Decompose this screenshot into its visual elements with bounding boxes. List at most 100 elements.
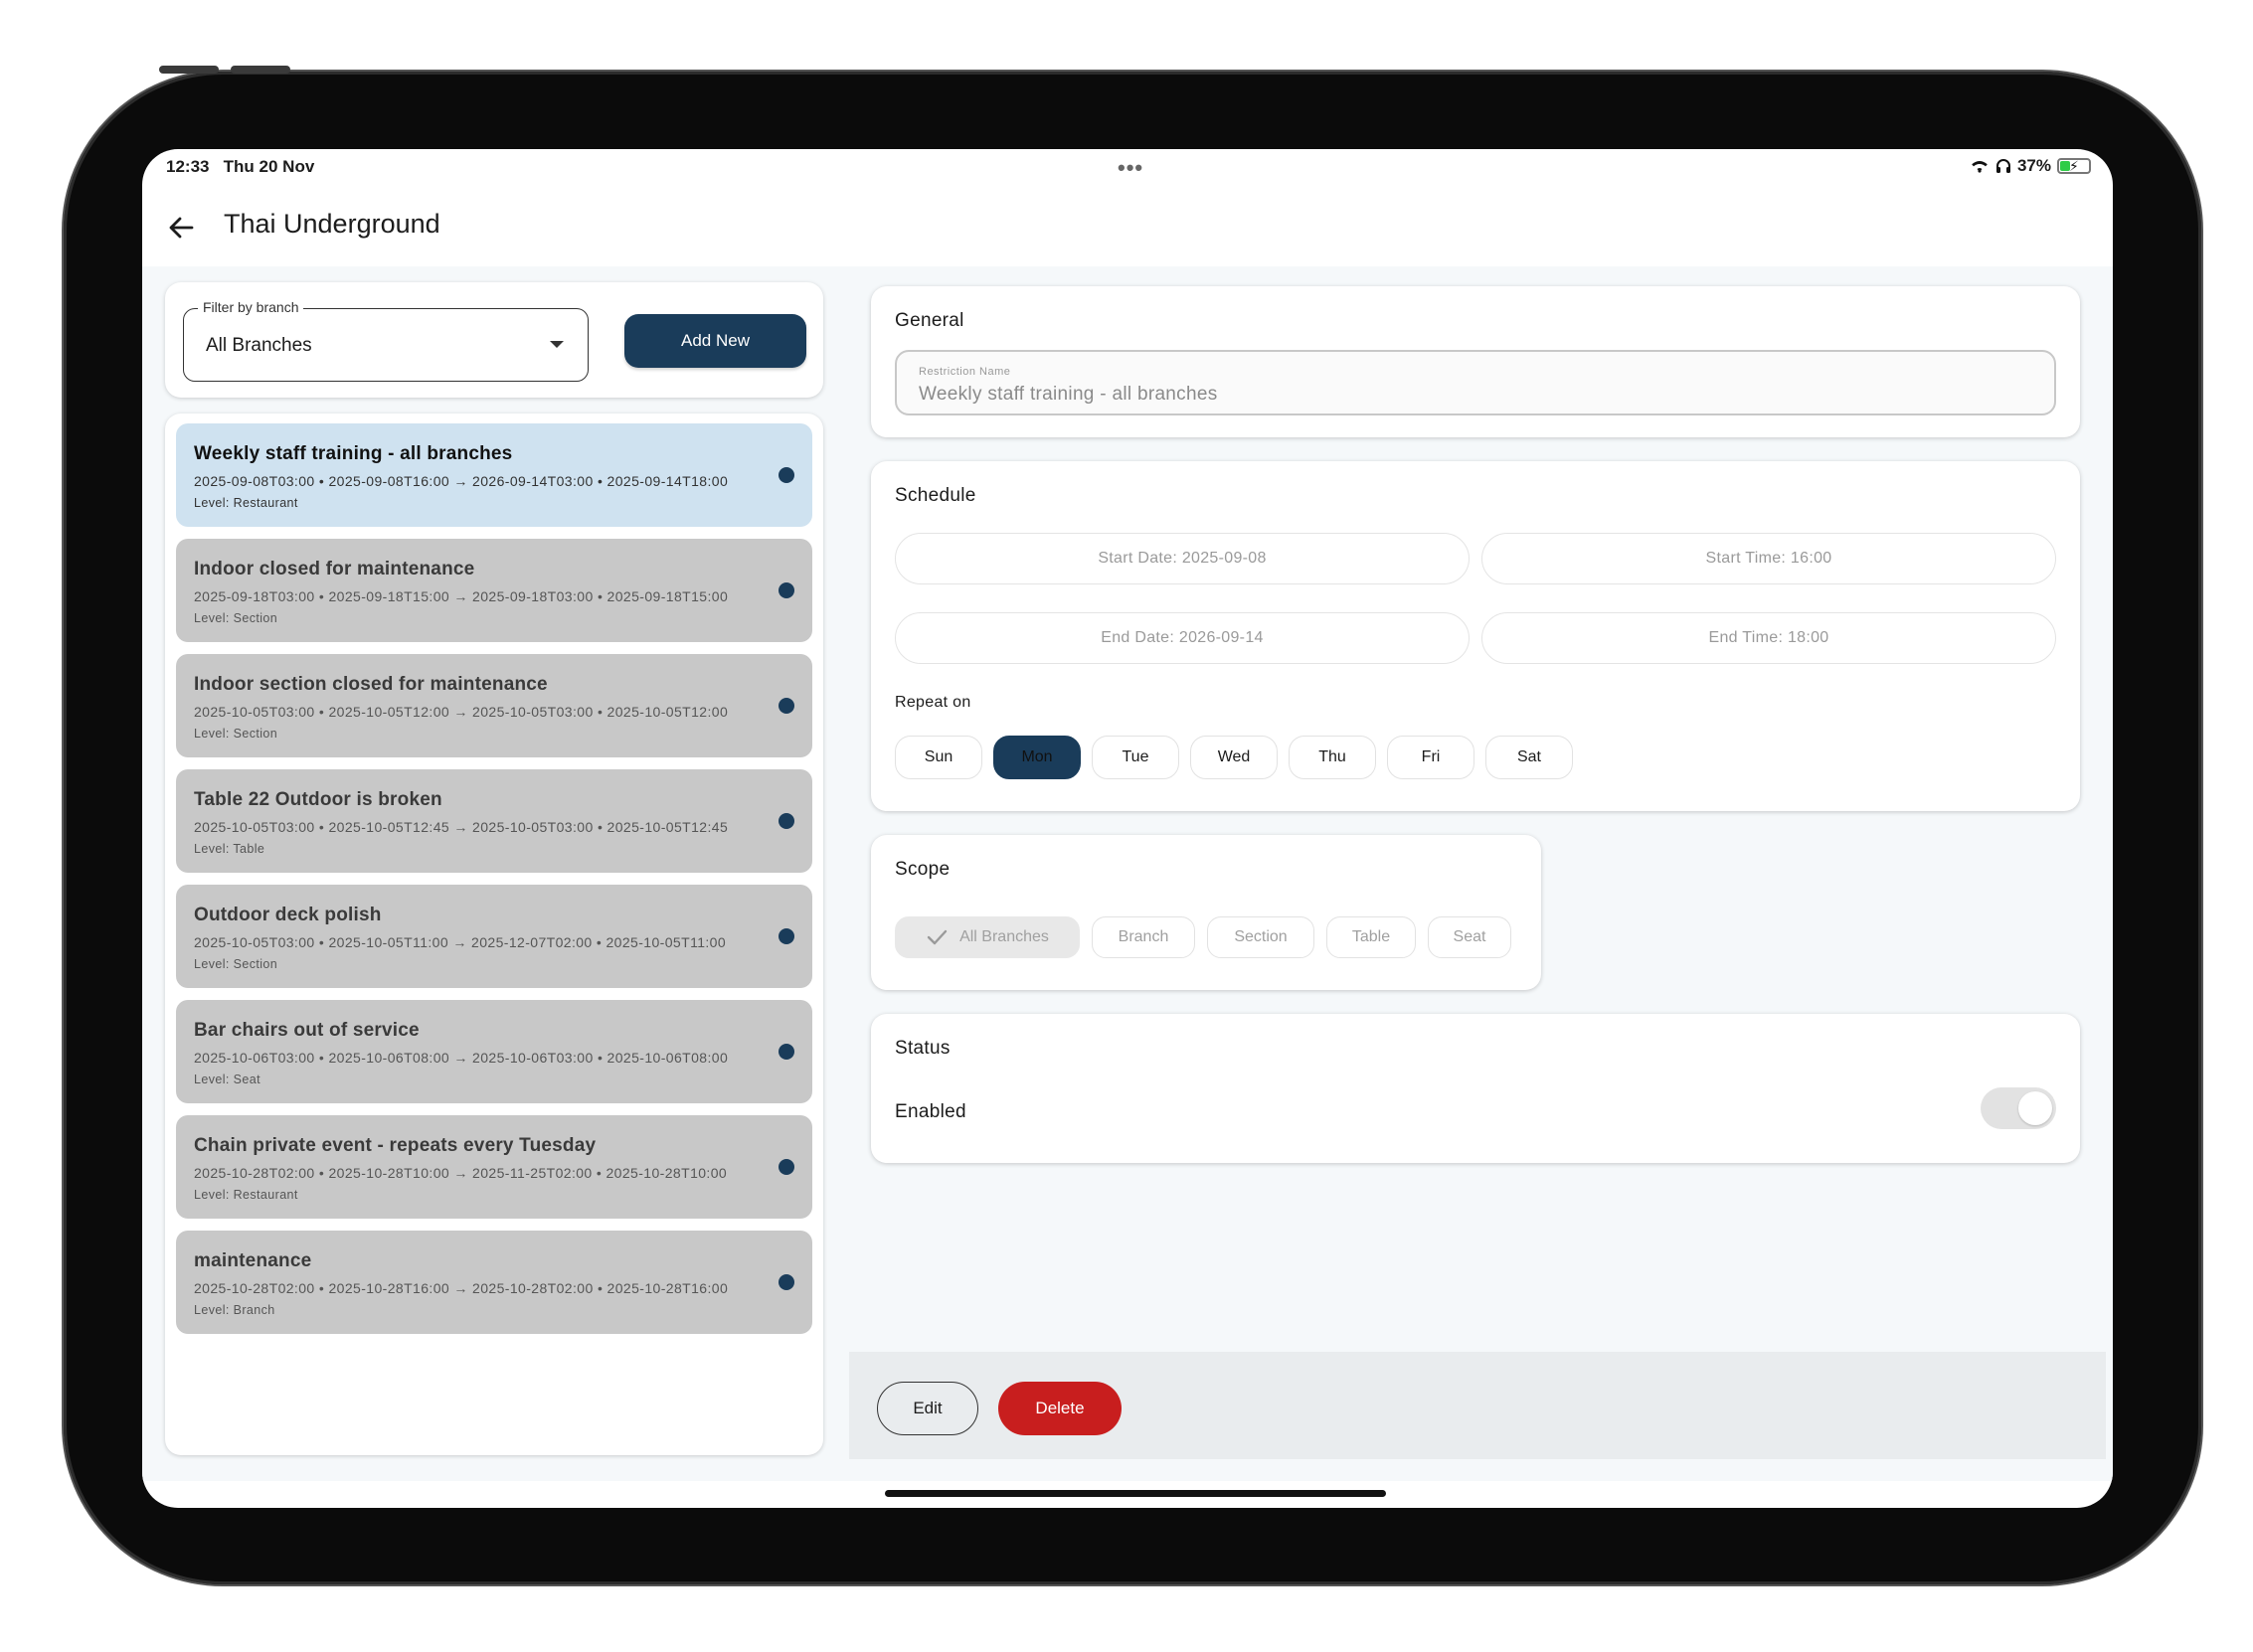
list-item[interactable]: Chain private event - repeats every Tues…: [176, 1115, 812, 1219]
toggle-knob: [2018, 1091, 2052, 1125]
list-item-title: Chain private event - repeats every Tues…: [194, 1135, 597, 1156]
restriction-name-label: Restriction Name: [919, 366, 1011, 378]
action-bar: Edit Delete: [849, 1352, 2106, 1459]
list-item-dates: 2025-10-05T03:00 • 2025-10-05T12:00 → 20…: [194, 704, 729, 720]
schedule-card: Schedule Start Date: 2025-09-08 Start Ti…: [871, 461, 2080, 811]
volume-button: [159, 66, 219, 74]
day-chip-tue[interactable]: Tue: [1092, 736, 1179, 779]
add-new-button[interactable]: Add New: [624, 314, 806, 368]
status-time-date: 12:33 Thu 20 Nov: [166, 157, 314, 177]
list-item-title: maintenance: [194, 1250, 312, 1271]
list-item-title: Bar chairs out of service: [194, 1020, 420, 1041]
list-item[interactable]: Indoor section closed for maintenance 20…: [176, 654, 812, 757]
status-dot: [779, 813, 794, 829]
end-time-field[interactable]: End Time: 18:00: [1481, 612, 2056, 664]
start-date-field[interactable]: Start Date: 2025-09-08: [895, 533, 1470, 584]
status-time: 12:33: [166, 157, 210, 176]
repeat-on-label: Repeat on: [895, 694, 971, 711]
list-item-dates: 2025-10-28T02:00 • 2025-10-28T16:00 → 20…: [194, 1280, 729, 1296]
list-item-dates: 2025-10-06T03:00 • 2025-10-06T08:00 → 20…: [194, 1050, 729, 1066]
list-item-title: Outdoor deck polish: [194, 905, 382, 925]
power-button: [231, 66, 290, 74]
check-icon: [927, 929, 948, 945]
schedule-title: Schedule: [895, 485, 976, 506]
status-dot: [779, 1159, 794, 1175]
status-date: Thu 20 Nov: [223, 157, 315, 176]
edit-button[interactable]: Edit: [877, 1382, 978, 1435]
filter-label: Filter by branch: [198, 299, 304, 315]
branch-filter-dropdown[interactable]: Filter by branch All Branches: [183, 299, 589, 382]
status-dot: [779, 467, 794, 483]
headphones-icon: [1995, 159, 2010, 173]
content-area: Filter by branch All Branches Add New We…: [142, 266, 2113, 1481]
list-item-dates: 2025-10-28T02:00 • 2025-10-28T10:00 → 20…: [194, 1165, 728, 1181]
page-title: Thai Underground: [224, 209, 440, 239]
list-item[interactable]: Indoor closed for maintenance 2025-09-18…: [176, 539, 812, 642]
multitask-dots[interactable]: •••: [1118, 155, 1143, 181]
list-item[interactable]: Outdoor deck polish 2025-10-05T03:00 • 2…: [176, 885, 812, 988]
day-chip-sun[interactable]: Sun: [895, 736, 982, 779]
list-item[interactable]: Table 22 Outdoor is broken 2025-10-05T03…: [176, 769, 812, 873]
list-item-dates: 2025-10-05T03:00 • 2025-10-05T11:00 → 20…: [194, 934, 727, 950]
list-item[interactable]: Bar chairs out of service 2025-10-06T03:…: [176, 1000, 812, 1103]
list-item-title: Table 22 Outdoor is broken: [194, 789, 442, 810]
status-title: Status: [895, 1038, 951, 1059]
filter-card: Filter by branch All Branches Add New: [165, 282, 823, 398]
battery-percent: 37%: [2016, 156, 2051, 175]
caret-down-icon: [550, 341, 564, 348]
delete-button[interactable]: Delete: [998, 1382, 1122, 1435]
wifi-icon: [1972, 161, 1988, 173]
arrow-left-icon[interactable]: [166, 213, 196, 243]
list-item-level: Level: Branch: [194, 1303, 275, 1317]
status-dot: [779, 1274, 794, 1290]
list-item-level: Level: Section: [194, 957, 278, 971]
status-dot: [779, 928, 794, 944]
status-icons: 37% ⚡: [1970, 156, 2091, 176]
list-item-level: Level: Table: [194, 842, 265, 856]
scope-chip-label: All Branches: [959, 928, 1049, 945]
enabled-label: Enabled: [895, 1101, 966, 1122]
list-item-title: Weekly staff training - all branches: [194, 443, 513, 464]
list-item-dates: 2025-09-08T03:00 • 2025-09-08T16:00 → 20…: [194, 473, 729, 489]
app-bar: Thai Underground: [142, 185, 2113, 270]
list-item-dates: 2025-09-18T03:00 • 2025-09-18T15:00 → 20…: [194, 588, 729, 604]
enabled-toggle[interactable]: [1981, 1087, 2056, 1129]
day-chip-fri[interactable]: Fri: [1387, 736, 1474, 779]
filter-value: All Branches: [206, 335, 312, 356]
scope-chip-section[interactable]: Section: [1207, 916, 1314, 958]
scope-chip-all-branches[interactable]: All Branches: [895, 916, 1080, 958]
day-chip-sat[interactable]: Sat: [1485, 736, 1573, 779]
status-card: Status Enabled: [871, 1014, 2080, 1163]
home-indicator[interactable]: [885, 1490, 1386, 1497]
day-chip-mon[interactable]: Mon: [993, 736, 1081, 779]
scope-chip-table[interactable]: Table: [1326, 916, 1416, 958]
scope-title: Scope: [895, 859, 951, 880]
list-item[interactable]: Weekly staff training - all branches 202…: [176, 423, 812, 527]
list-item-level: Level: Restaurant: [194, 496, 298, 510]
restriction-name-field[interactable]: Restriction Name Weekly staff training -…: [895, 350, 2056, 415]
general-card: General Restriction Name Weekly staff tr…: [871, 286, 2080, 437]
end-date-field[interactable]: End Date: 2026-09-14: [895, 612, 1470, 664]
list-item-title: Indoor section closed for maintenance: [194, 674, 548, 695]
general-title: General: [895, 310, 964, 331]
list-item-title: Indoor closed for maintenance: [194, 559, 475, 579]
list-item-level: Level: Restaurant: [194, 1188, 298, 1202]
start-time-field[interactable]: Start Time: 16:00: [1481, 533, 2056, 584]
list-item-level: Level: Seat: [194, 1073, 260, 1086]
screen: 12:33 Thu 20 Nov ••• 37% ⚡ Thai Undergro…: [142, 149, 2113, 1508]
status-bar: 12:33 Thu 20 Nov ••• 37% ⚡: [142, 149, 2113, 185]
status-dot: [779, 582, 794, 598]
scope-chip-seat[interactable]: Seat: [1428, 916, 1511, 958]
status-dot: [779, 698, 794, 714]
day-chip-wed[interactable]: Wed: [1190, 736, 1278, 779]
day-chip-thu[interactable]: Thu: [1289, 736, 1376, 779]
list-item[interactable]: maintenance 2025-10-28T02:00 • 2025-10-2…: [176, 1231, 812, 1334]
list-item-level: Level: Section: [194, 611, 278, 625]
scope-chip-branch[interactable]: Branch: [1092, 916, 1195, 958]
list-item-dates: 2025-10-05T03:00 • 2025-10-05T12:45 → 20…: [194, 819, 729, 835]
battery-icon: ⚡: [2057, 158, 2091, 174]
restriction-list: Weekly staff training - all branches 202…: [165, 413, 823, 1455]
charging-bolt-icon: ⚡: [2069, 158, 2079, 174]
restriction-name-value: Weekly staff training - all branches: [919, 384, 1218, 405]
status-dot: [779, 1044, 794, 1060]
